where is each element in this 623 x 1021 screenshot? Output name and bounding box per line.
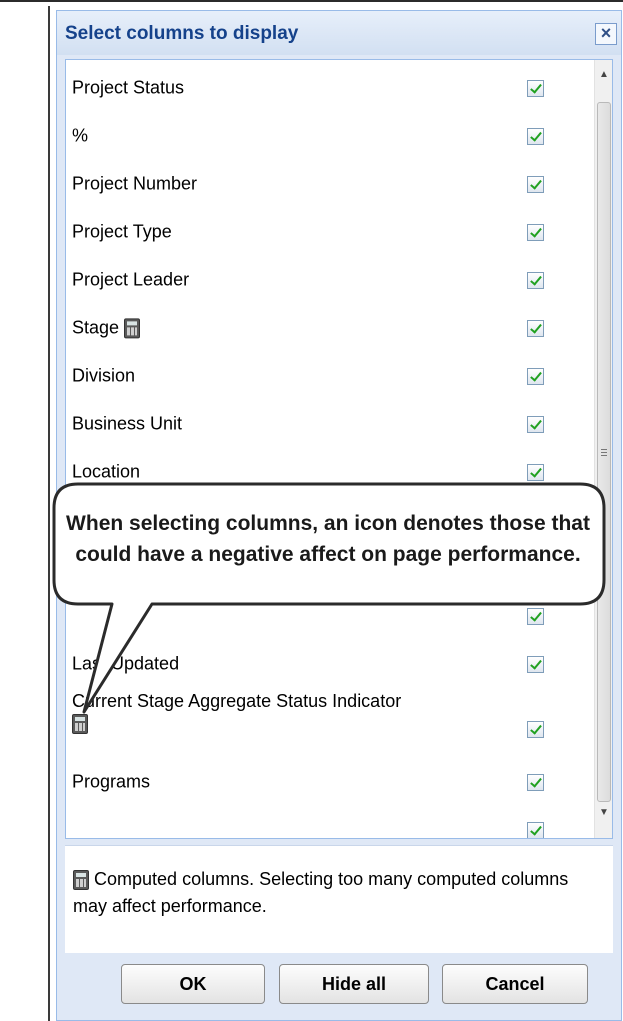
calculator-icon [72,714,88,735]
list-item[interactable]: Programs [66,754,586,802]
list-item[interactable] [66,540,586,588]
list-item[interactable]: Location [66,444,586,492]
window-left-border [48,6,50,1021]
column-label-wrap: Current Stage Aggregate Status Indicator [72,690,402,735]
column-label-wrap: Stage [72,317,141,339]
column-label: Current Stage Aggregate Status Indicator [72,691,402,711]
column-checkbox[interactable] [527,368,544,385]
dialog-title-bar: Select columns to display × [57,11,621,55]
column-checkbox[interactable] [527,224,544,241]
list-item[interactable] [66,588,586,636]
column-checkbox[interactable] [527,560,544,577]
scrollbar-thumb[interactable] [597,102,611,802]
list-item[interactable]: Last Updated [66,636,586,684]
column-label: Last Updated [72,653,180,674]
column-list: Project Status % Project Number Project … [65,59,613,839]
column-checkbox[interactable] [527,608,544,625]
list-item[interactable]: Business Unit [66,396,586,444]
column-label: Location [72,461,141,482]
list-item[interactable] [66,492,586,540]
column-checkbox[interactable] [527,721,544,738]
column-label: % [72,125,89,146]
column-checkbox[interactable] [527,320,544,337]
column-checkbox[interactable] [527,512,544,529]
column-label: Programs [72,771,151,792]
dialog-title: Select columns to display [65,23,299,44]
calculator-icon [124,318,141,339]
column-checkbox[interactable] [527,464,544,481]
column-label: Project Type [72,221,172,242]
list-item[interactable]: % [66,108,586,156]
column-checkbox[interactable] [527,822,544,838]
list-item[interactable]: Project Number [66,156,586,204]
note-text: Computed columns. Selecting too many com… [73,869,569,916]
scroll-down-icon[interactable]: ▼ [595,804,612,822]
scroll-up-icon[interactable]: ▲ [595,66,612,84]
grip-icon [601,449,607,457]
column-label: Project Status [72,77,185,98]
column-label: Project Leader [72,269,190,290]
column-checkbox[interactable] [527,80,544,97]
note-text-block: Computed columns. Selecting too many com… [73,866,603,920]
list-item[interactable]: Project Type [66,204,586,252]
list-item[interactable]: Division [66,348,586,396]
list-item[interactable]: Stage [66,300,586,348]
hide-all-button[interactable]: Hide all [279,964,429,1004]
list-item[interactable] [66,802,586,838]
column-checkbox[interactable] [527,656,544,673]
cancel-button[interactable]: Cancel [442,964,588,1004]
column-checkbox[interactable] [527,416,544,433]
column-checkbox[interactable] [527,176,544,193]
list-item[interactable]: Current Stage Aggregate Status Indicator [66,684,586,754]
column-checkbox[interactable] [527,774,544,791]
list-item[interactable]: Project Leader [66,252,586,300]
list-item[interactable]: Project Status [66,60,586,108]
column-checkbox[interactable] [527,128,544,145]
column-label: Stage [72,317,120,338]
column-label: Business Unit [72,413,183,434]
column-label: Division [72,365,136,386]
ok-button[interactable]: OK [121,964,265,1004]
computed-columns-note: Computed columns. Selecting too many com… [65,845,613,953]
close-icon[interactable]: × [595,23,617,45]
calculator-icon [73,870,89,891]
column-list-scrollbar[interactable]: ▲ ▼ [594,60,612,838]
column-label: Project Number [72,173,198,194]
select-columns-dialog: Select columns to display × Project Stat… [56,10,622,1021]
column-checkbox[interactable] [527,272,544,289]
window-top-border [0,0,623,6]
